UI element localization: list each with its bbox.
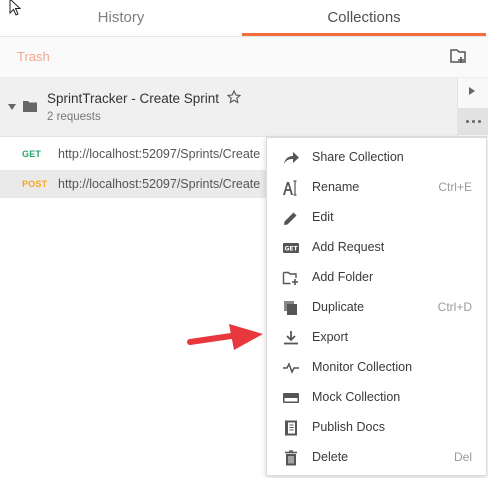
download-icon	[284, 331, 298, 345]
method-badge-get: GET	[22, 149, 42, 159]
collection-actions	[457, 78, 488, 136]
request-item[interactable]: POST http://localhost:52097/Sprints/Crea…	[0, 170, 268, 198]
collection-context-menu: Share Collection Rename Ctrl+E Edit GET …	[266, 137, 487, 476]
tab-history[interactable]: History	[0, 0, 242, 36]
add-folder-icon	[282, 271, 298, 285]
red-arrow-annotation	[187, 324, 263, 350]
star-icon[interactable]	[227, 90, 241, 104]
collection-row[interactable]: SprintTracker - Create Sprint 2 requests	[0, 78, 488, 137]
caret-down-icon[interactable]	[7, 103, 17, 111]
get-request-icon: GET	[283, 243, 299, 253]
active-tab-indicator	[242, 33, 486, 36]
menu-item-monitor-collection[interactable]: Monitor Collection	[267, 353, 486, 383]
menu-item-edit[interactable]: Edit	[267, 203, 486, 233]
tab-collections[interactable]: Collections	[242, 0, 486, 36]
new-collection-icon[interactable]	[449, 47, 467, 65]
trash-link[interactable]: Trash	[17, 49, 50, 64]
mouse-cursor-icon	[9, 0, 22, 16]
request-url: http://localhost:52097/Sprints/Create	[58, 177, 261, 191]
request-item[interactable]: GET http://localhost:52097/Sprints/Creat…	[0, 140, 268, 168]
menu-item-add-folder[interactable]: Add Folder	[267, 263, 486, 293]
menu-item-rename[interactable]: Rename Ctrl+E	[267, 173, 486, 203]
server-icon	[283, 393, 299, 403]
collections-toolbar: Trash	[0, 37, 488, 78]
document-icon	[285, 420, 297, 436]
menu-item-export[interactable]: Export	[267, 323, 486, 353]
pulse-icon	[283, 362, 299, 374]
menu-item-share-collection[interactable]: Share Collection	[267, 143, 486, 173]
menu-item-duplicate[interactable]: Duplicate Ctrl+D	[267, 293, 486, 323]
request-count: 2 requests	[47, 111, 101, 123]
duplicate-icon	[284, 301, 297, 315]
method-badge-post: POST	[22, 179, 48, 189]
expand-arrow-icon[interactable]	[468, 86, 476, 96]
pencil-icon	[284, 212, 297, 225]
menu-item-publish-docs[interactable]: Publish Docs	[267, 413, 486, 443]
folder-icon	[23, 101, 37, 112]
trash-icon	[285, 450, 297, 466]
more-options-icon	[466, 120, 469, 123]
more-options-button[interactable]	[458, 108, 488, 135]
svg-text:GET: GET	[284, 246, 298, 253]
collection-name: SprintTracker - Create Sprint	[47, 91, 220, 106]
menu-item-delete[interactable]: Delete Del	[267, 443, 486, 473]
rename-icon	[283, 180, 297, 196]
sidebar-tabs: History Collections	[0, 0, 488, 37]
menu-item-add-request[interactable]: GET Add Request	[267, 233, 486, 263]
menu-item-mock-collection[interactable]: Mock Collection	[267, 383, 486, 413]
share-icon	[284, 152, 299, 164]
request-url: http://localhost:52097/Sprints/Create	[58, 147, 261, 161]
